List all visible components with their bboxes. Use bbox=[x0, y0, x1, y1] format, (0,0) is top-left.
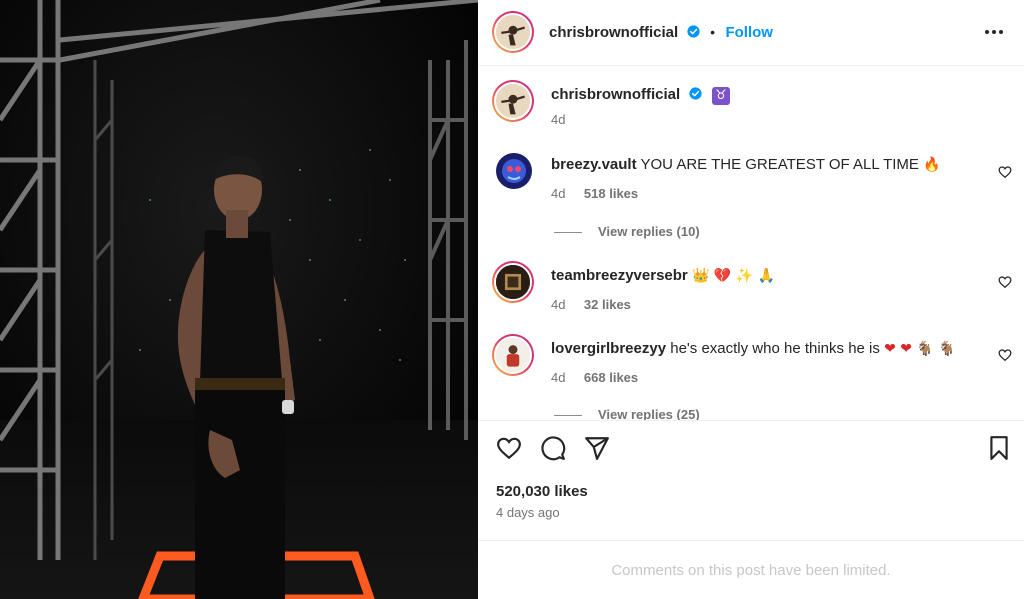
post-timestamp[interactable]: 4 days ago bbox=[496, 505, 560, 520]
comments-limited-notice: Comments on this post have been limited. bbox=[478, 540, 1024, 599]
caption-author-avatar[interactable] bbox=[492, 80, 534, 122]
commenter-avatar-image bbox=[496, 265, 530, 299]
commenter-avatar[interactable] bbox=[492, 261, 534, 303]
header-separator: • bbox=[710, 24, 715, 40]
post-likes-count[interactable]: 520,030 likes bbox=[496, 483, 588, 500]
commenter-avatar[interactable] bbox=[496, 153, 532, 189]
author-avatar[interactable] bbox=[492, 11, 534, 53]
verified-badge-icon bbox=[687, 25, 700, 38]
comment-like-heart-icon[interactable] bbox=[998, 348, 1012, 362]
fire-emoji: 🔥 bbox=[923, 157, 941, 173]
more-options-icon[interactable] bbox=[982, 22, 1006, 42]
post-header: chrisbrownofficial • Follow bbox=[478, 0, 1024, 66]
comment-body: teambreezyversebr 👑 💔 ✨ 🙏 bbox=[551, 267, 775, 284]
author-username[interactable]: chrisbrownofficial bbox=[549, 24, 678, 41]
caption-avatar-image bbox=[496, 84, 530, 118]
post-photo[interactable] bbox=[0, 0, 478, 599]
comment-time: 4d bbox=[551, 370, 566, 385]
comment-body: lovergirlbreezyy he's exactly who he thi… bbox=[551, 340, 956, 357]
replies-divider bbox=[554, 415, 582, 417]
comment-body: breezy.vault YOU ARE THE GREATEST OF ALL… bbox=[551, 156, 941, 173]
comment-text: he's exactly who he thinks he is bbox=[670, 340, 880, 357]
comment-meta: 4d 32 likes bbox=[551, 296, 631, 314]
caption-line: chrisbrownofficial ♉ bbox=[551, 86, 730, 105]
taurus-icon: ♉ bbox=[712, 87, 730, 105]
send-icon[interactable] bbox=[584, 435, 610, 461]
follow-button[interactable]: Follow bbox=[725, 24, 773, 41]
comment-time: 4d bbox=[551, 186, 566, 201]
author-avatar-image bbox=[496, 15, 530, 49]
comment-time: 4d bbox=[551, 297, 566, 312]
view-replies-label: View replies (25) bbox=[598, 407, 700, 420]
replies-divider bbox=[554, 232, 582, 234]
view-replies-button[interactable]: View replies (25) bbox=[554, 407, 700, 420]
hearts-goat-emoji: ❤ ❤ 🐐 🐐 bbox=[884, 341, 956, 357]
comment-username[interactable]: teambreezyversebr bbox=[551, 267, 688, 284]
view-replies-label: View replies (10) bbox=[598, 224, 700, 239]
caption-username[interactable]: chrisbrownofficial bbox=[551, 86, 680, 103]
comment-like-heart-icon[interactable] bbox=[998, 165, 1012, 179]
view-replies-button[interactable]: View replies (10) bbox=[554, 224, 700, 239]
verified-badge-icon bbox=[689, 87, 702, 100]
comment-like-heart-icon[interactable] bbox=[998, 275, 1012, 289]
post-photo-image bbox=[0, 0, 478, 599]
comments-limited-text: Comments on this post have been limited. bbox=[611, 561, 891, 579]
comments-list[interactable]: chrisbrownofficial ♉ 4d breezy.vault YOU… bbox=[478, 67, 1024, 420]
comment-likes[interactable]: 32 likes bbox=[584, 297, 631, 312]
commenter-avatar-image bbox=[496, 338, 530, 372]
commenter-avatar-image bbox=[496, 153, 532, 189]
comment-username[interactable]: breezy.vault bbox=[551, 156, 637, 173]
comment-likes[interactable]: 668 likes bbox=[584, 370, 638, 385]
comment-text: YOU ARE THE GREATEST OF ALL TIME bbox=[640, 156, 919, 173]
comment-likes[interactable]: 518 likes bbox=[584, 186, 638, 201]
bookmark-icon[interactable] bbox=[986, 435, 1012, 461]
comment-meta: 4d 518 likes bbox=[551, 185, 638, 203]
crown-heart-sparkles-pray-emoji: 👑 💔 ✨ 🙏 bbox=[691, 268, 776, 284]
post-actions: 520,030 likes 4 days ago bbox=[478, 420, 1024, 540]
commenter-avatar[interactable] bbox=[492, 334, 534, 376]
comment-meta: 4d 668 likes bbox=[551, 369, 638, 387]
header-author-line: chrisbrownofficial • Follow bbox=[549, 23, 773, 42]
comment-username[interactable]: lovergirlbreezyy bbox=[551, 340, 666, 357]
post-detail-panel: chrisbrownofficial • Follow chrisbrownof… bbox=[478, 0, 1024, 599]
comment-icon[interactable] bbox=[540, 435, 566, 461]
caption-time: 4d bbox=[551, 112, 566, 127]
heart-icon[interactable] bbox=[496, 435, 522, 461]
